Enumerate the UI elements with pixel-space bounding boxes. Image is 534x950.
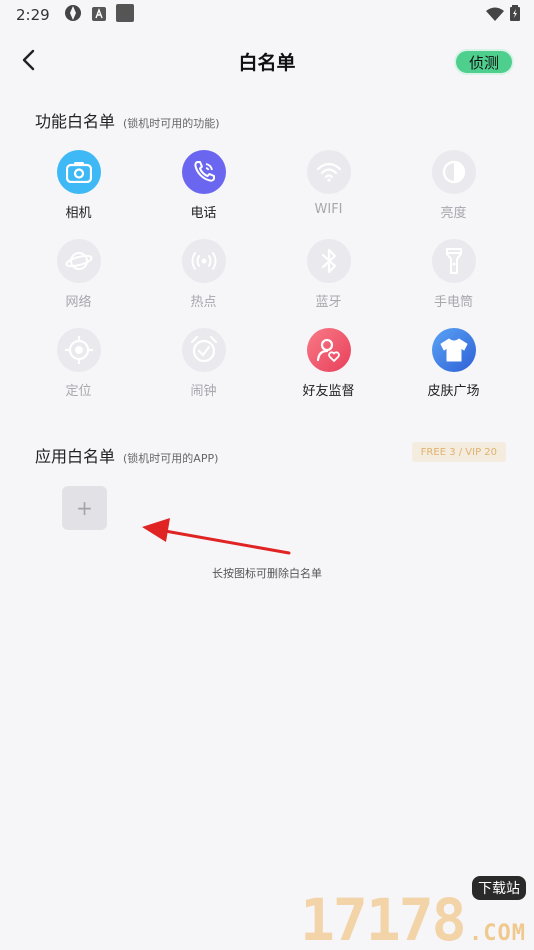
red-arrow-annotation <box>142 518 291 555</box>
watermark-digits: 17178 <box>300 886 467 950</box>
long-press-hint: 长按图标可删除白名单 <box>212 567 322 580</box>
watermark-domain: .COM <box>469 921 526 946</box>
site-watermark-logo: 17178 下载站 .COM <box>300 874 530 950</box>
watermark-tag: 下载站 <box>472 876 526 900</box>
